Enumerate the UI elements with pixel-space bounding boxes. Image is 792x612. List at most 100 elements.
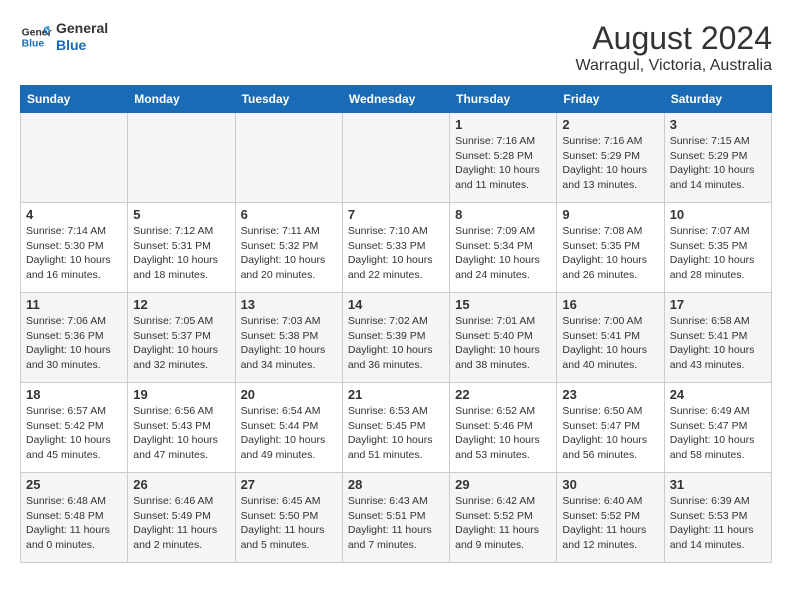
calendar-cell: 28Sunrise: 6:43 AM Sunset: 5:51 PM Dayli… (342, 473, 449, 563)
day-info: Sunrise: 7:08 AM Sunset: 5:35 PM Dayligh… (562, 224, 658, 283)
calendar-cell: 3 Sunrise: 7:15 AM Sunset: 5:29 PM Daylig… (664, 113, 771, 203)
calendar-cell: 11 Sunrise: 7:06 AM Sunset: 5:36 PM Dayli… (21, 293, 128, 383)
calendar-cell: 18 Sunrise: 6:57 AM Sunset: 5:42 PM Dayli… (21, 383, 128, 473)
header-day-sunday: Sunday (21, 86, 128, 113)
day-info: Sunrise: 6:56 AM Sunset: 5:43 PM Dayligh… (133, 404, 229, 463)
calendar-cell: 5 Sunrise: 7:12 AM Sunset: 5:31 PM Daylig… (128, 203, 235, 293)
day-number: 16 (562, 297, 658, 312)
calendar-cell: 29Sunrise: 6:42 AM Sunset: 5:52 PM Dayli… (450, 473, 557, 563)
day-number: 18 (26, 387, 122, 402)
calendar-cell: 14Sunrise: 7:02 AM Sunset: 5:39 PM Dayli… (342, 293, 449, 383)
header-day-tuesday: Tuesday (235, 86, 342, 113)
calendar-cell: 17Sunrise: 6:58 AM Sunset: 5:41 PM Dayli… (664, 293, 771, 383)
calendar-cell: 20 Sunrise: 6:54 AM Sunset: 5:44 PM Dayli… (235, 383, 342, 473)
day-number: 1 (455, 117, 551, 132)
day-number: 11 (26, 297, 122, 312)
calendar-cell: 6 Sunrise: 7:11 AM Sunset: 5:32 PM Daylig… (235, 203, 342, 293)
day-info: Sunrise: 7:10 AM Sunset: 5:33 PM Dayligh… (348, 224, 444, 283)
week-row-3: 11 Sunrise: 7:06 AM Sunset: 5:36 PM Dayli… (21, 293, 772, 383)
day-number: 3 (670, 117, 766, 132)
day-number: 4 (26, 207, 122, 222)
calendar-cell: 10Sunrise: 7:07 AM Sunset: 5:35 PM Dayli… (664, 203, 771, 293)
calendar-cell: 16 Sunrise: 7:00 AM Sunset: 5:41 PM Dayli… (557, 293, 664, 383)
calendar-subtitle: Warragul, Victoria, Australia (575, 57, 772, 75)
calendar-cell: 31Sunrise: 6:39 AM Sunset: 5:53 PM Dayli… (664, 473, 771, 563)
calendar-header: SundayMondayTuesdayWednesdayThursdayFrid… (21, 86, 772, 113)
week-row-4: 18 Sunrise: 6:57 AM Sunset: 5:42 PM Dayli… (21, 383, 772, 473)
day-info: Sunrise: 7:00 AM Sunset: 5:41 PM Dayligh… (562, 314, 658, 373)
day-info: Sunrise: 7:14 AM Sunset: 5:30 PM Dayligh… (26, 224, 122, 283)
day-number: 28 (348, 477, 444, 492)
day-number: 21 (348, 387, 444, 402)
day-info: Sunrise: 7:11 AM Sunset: 5:32 PM Dayligh… (241, 224, 337, 283)
calendar-cell: 22Sunrise: 6:52 AM Sunset: 5:46 PM Dayli… (450, 383, 557, 473)
day-info: Sunrise: 6:57 AM Sunset: 5:42 PM Dayligh… (26, 404, 122, 463)
day-info: Sunrise: 7:09 AM Sunset: 5:34 PM Dayligh… (455, 224, 551, 283)
day-info: Sunrise: 7:02 AM Sunset: 5:39 PM Dayligh… (348, 314, 444, 373)
page-header: General Blue General Blue August 2024 Wa… (20, 20, 772, 75)
header-row: SundayMondayTuesdayWednesdayThursdayFrid… (21, 86, 772, 113)
calendar-cell: 7 Sunrise: 7:10 AM Sunset: 5:33 PM Daylig… (342, 203, 449, 293)
day-number: 15 (455, 297, 551, 312)
calendar-cell: 15 Sunrise: 7:01 AM Sunset: 5:40 PM Dayli… (450, 293, 557, 383)
calendar-cell (128, 113, 235, 203)
logo-text: General Blue (56, 20, 108, 54)
calendar-body: 1 Sunrise: 7:16 AM Sunset: 5:28 PM Daylig… (21, 113, 772, 563)
calendar-cell: 21Sunrise: 6:53 AM Sunset: 5:45 PM Dayli… (342, 383, 449, 473)
calendar-cell: 8Sunrise: 7:09 AM Sunset: 5:34 PM Daylig… (450, 203, 557, 293)
calendar-cell: 27 Sunrise: 6:45 AM Sunset: 5:50 PM Dayli… (235, 473, 342, 563)
day-info: Sunrise: 6:45 AM Sunset: 5:50 PM Dayligh… (241, 494, 337, 553)
day-info: Sunrise: 6:49 AM Sunset: 5:47 PM Dayligh… (670, 404, 766, 463)
day-number: 2 (562, 117, 658, 132)
day-info: Sunrise: 7:03 AM Sunset: 5:38 PM Dayligh… (241, 314, 337, 373)
logo-icon: General Blue (20, 21, 52, 53)
day-info: Sunrise: 7:01 AM Sunset: 5:40 PM Dayligh… (455, 314, 551, 373)
day-number: 12 (133, 297, 229, 312)
calendar-cell (21, 113, 128, 203)
day-info: Sunrise: 7:16 AM Sunset: 5:29 PM Dayligh… (562, 134, 658, 193)
calendar-cell: 23Sunrise: 6:50 AM Sunset: 5:47 PM Dayli… (557, 383, 664, 473)
calendar-cell: 12 Sunrise: 7:05 AM Sunset: 5:37 PM Dayli… (128, 293, 235, 383)
calendar-cell: 1 Sunrise: 7:16 AM Sunset: 5:28 PM Daylig… (450, 113, 557, 203)
header-day-monday: Monday (128, 86, 235, 113)
day-info: Sunrise: 7:06 AM Sunset: 5:36 PM Dayligh… (26, 314, 122, 373)
day-number: 13 (241, 297, 337, 312)
day-info: Sunrise: 6:46 AM Sunset: 5:49 PM Dayligh… (133, 494, 229, 553)
day-number: 7 (348, 207, 444, 222)
day-info: Sunrise: 6:54 AM Sunset: 5:44 PM Dayligh… (241, 404, 337, 463)
calendar-cell: 13 Sunrise: 7:03 AM Sunset: 5:38 PM Dayli… (235, 293, 342, 383)
calendar-cell: 19 Sunrise: 6:56 AM Sunset: 5:43 PM Dayli… (128, 383, 235, 473)
day-number: 25 (26, 477, 122, 492)
day-info: Sunrise: 7:15 AM Sunset: 5:29 PM Dayligh… (670, 134, 766, 193)
day-info: Sunrise: 7:05 AM Sunset: 5:37 PM Dayligh… (133, 314, 229, 373)
calendar-table: SundayMondayTuesdayWednesdayThursdayFrid… (20, 85, 772, 563)
calendar-cell: 9Sunrise: 7:08 AM Sunset: 5:35 PM Daylig… (557, 203, 664, 293)
day-info: Sunrise: 7:12 AM Sunset: 5:31 PM Dayligh… (133, 224, 229, 283)
week-row-1: 1 Sunrise: 7:16 AM Sunset: 5:28 PM Daylig… (21, 113, 772, 203)
header-day-thursday: Thursday (450, 86, 557, 113)
day-number: 19 (133, 387, 229, 402)
day-number: 24 (670, 387, 766, 402)
day-number: 23 (562, 387, 658, 402)
calendar-cell: 4 Sunrise: 7:14 AM Sunset: 5:30 PM Daylig… (21, 203, 128, 293)
logo: General Blue General Blue (20, 20, 108, 54)
header-day-saturday: Saturday (664, 86, 771, 113)
svg-text:Blue: Blue (22, 38, 45, 49)
week-row-5: 25Sunrise: 6:48 AM Sunset: 5:48 PM Dayli… (21, 473, 772, 563)
day-info: Sunrise: 6:39 AM Sunset: 5:53 PM Dayligh… (670, 494, 766, 553)
week-row-2: 4 Sunrise: 7:14 AM Sunset: 5:30 PM Daylig… (21, 203, 772, 293)
day-number: 17 (670, 297, 766, 312)
day-info: Sunrise: 7:16 AM Sunset: 5:28 PM Dayligh… (455, 134, 551, 193)
calendar-cell (235, 113, 342, 203)
header-day-wednesday: Wednesday (342, 86, 449, 113)
calendar-cell: 24 Sunrise: 6:49 AM Sunset: 5:47 PM Dayli… (664, 383, 771, 473)
day-number: 22 (455, 387, 551, 402)
day-number: 27 (241, 477, 337, 492)
calendar-cell: 30Sunrise: 6:40 AM Sunset: 5:52 PM Dayli… (557, 473, 664, 563)
day-number: 6 (241, 207, 337, 222)
day-info: Sunrise: 6:42 AM Sunset: 5:52 PM Dayligh… (455, 494, 551, 553)
day-info: Sunrise: 6:40 AM Sunset: 5:52 PM Dayligh… (562, 494, 658, 553)
title-block: August 2024 Warragul, Victoria, Australi… (575, 20, 772, 75)
day-number: 20 (241, 387, 337, 402)
day-number: 5 (133, 207, 229, 222)
